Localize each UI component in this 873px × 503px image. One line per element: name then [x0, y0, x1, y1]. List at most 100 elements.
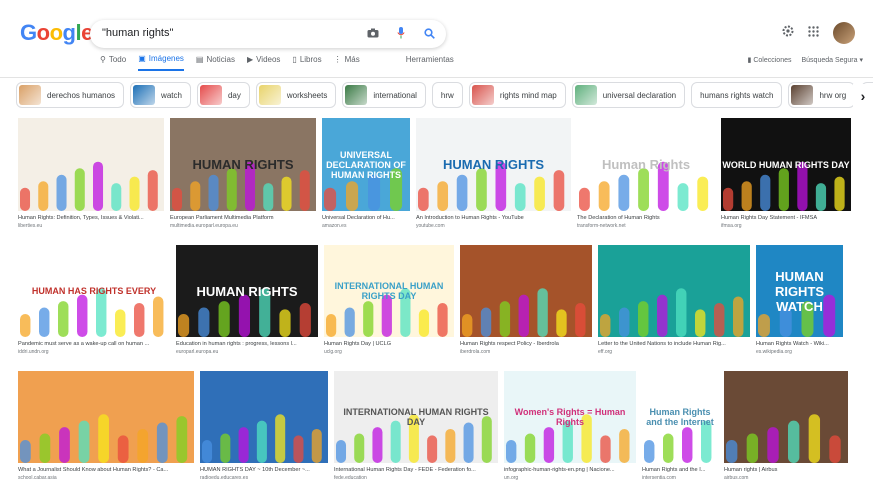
- image-result[interactable]: HUMAN HAS RIGHTS EVERY Pandemic must serv…: [18, 245, 170, 355]
- result-source: ifmsa.org: [721, 223, 742, 229]
- camera-icon[interactable]: [364, 24, 382, 42]
- image-result[interactable]: Human Rights and the Internet Human Right…: [642, 371, 718, 481]
- result-title[interactable]: Human Rights: Definition, Types, Issues …: [18, 215, 164, 221]
- result-thumbnail[interactable]: [460, 245, 592, 337]
- tab-todo[interactable]: ⚲ Todo: [100, 54, 126, 71]
- image-result[interactable]: HUMAN RIGHTS European Parliament Multimed…: [170, 118, 316, 229]
- tab-label: Libros: [299, 55, 322, 64]
- related-search-chip[interactable]: day: [196, 82, 250, 108]
- google-logo[interactable]: Google: [20, 20, 93, 46]
- result-title[interactable]: HUMAN RIGHTS DAY ~ 10th December ~...: [200, 467, 328, 473]
- related-search-chip[interactable]: derechos humanos: [16, 82, 125, 108]
- chip-thumbnail: [133, 85, 156, 105]
- search-input[interactable]: "human rights": [102, 27, 173, 39]
- chip-label: rights mind map: [499, 90, 557, 100]
- result-title[interactable]: Education in human rights : progress, le…: [176, 341, 318, 347]
- related-search-chip[interactable]: humans rights watch: [691, 82, 783, 108]
- result-thumbnail[interactable]: WORLD HUMAN RIGHTS DAY: [721, 118, 851, 211]
- result-source: liberties.eu: [18, 223, 43, 229]
- result-thumbnail[interactable]: [724, 371, 848, 463]
- result-title[interactable]: Letter to the United Nations to include …: [598, 341, 750, 347]
- collections-link[interactable]: ▮ Colecciones: [748, 56, 792, 64]
- result-title[interactable]: Pandemic must serve as a wake-up call on…: [18, 341, 170, 347]
- result-thumbnail[interactable]: HUMAN RIGHTS: [176, 245, 318, 337]
- result-title[interactable]: International Human Rights Day - FEDE - …: [334, 467, 498, 473]
- result-thumbnail[interactable]: HUMAN RIGHTS: [416, 118, 571, 211]
- result-title[interactable]: The Declaration of Human Rights: [577, 215, 715, 221]
- result-title[interactable]: European Parliament Multimedia Platform: [170, 215, 316, 221]
- related-search-chip[interactable]: international: [342, 82, 426, 108]
- collections-label: Colecciones: [753, 57, 792, 64]
- search-box[interactable]: "human rights": [90, 20, 446, 48]
- image-result[interactable]: Human Rights The Declaration of Human Rig…: [577, 118, 715, 229]
- image-result[interactable]: Human Rights respect Policy - Iberdrola i…: [460, 245, 592, 355]
- image-result[interactable]: WORLD HUMAN RIGHTS DAY Human Rights Day S…: [721, 118, 851, 229]
- result-title[interactable]: Human rights | Airbus: [724, 467, 848, 473]
- related-search-chip[interactable]: worksheets: [255, 82, 337, 108]
- result-source: amazon.es: [322, 223, 347, 229]
- image-result[interactable]: UNIVERSAL DECLARATION OF HUMAN RIGHTS Uni…: [322, 118, 410, 229]
- related-search-chip[interactable]: hrw: [431, 82, 463, 108]
- result-source: intersentia.com: [642, 475, 676, 481]
- result-source: youtube.com: [416, 223, 445, 229]
- result-title[interactable]: Human Rights Day Statement - IFMSA: [721, 215, 851, 221]
- related-search-chip[interactable]: rights mind map: [468, 82, 566, 108]
- result-source: eff.org: [598, 349, 613, 355]
- chip-label: humans rights watch: [700, 90, 774, 100]
- result-thumbnail[interactable]: HUMAN RIGHTS WATCH: [756, 245, 843, 337]
- result-thumbnail[interactable]: HUMAN HAS RIGHTS EVERY: [18, 245, 170, 337]
- tab-libros[interactable]: ▯ Libros: [292, 54, 321, 71]
- image-result[interactable]: HUMAN RIGHTS WATCH Human Rights Watch - W…: [756, 245, 843, 355]
- result-source: radioedu.educarex.es: [200, 475, 249, 481]
- tools-button[interactable]: Herramientas: [406, 54, 454, 71]
- result-title[interactable]: Human Rights respect Policy - Iberdrola: [460, 341, 592, 347]
- chip-thumbnail: [199, 85, 222, 105]
- result-thumbnail[interactable]: [18, 371, 194, 463]
- result-title[interactable]: Human Rights Day | UCLG: [324, 341, 454, 347]
- result-title[interactable]: Universal Declaration of Hu...: [322, 215, 410, 221]
- result-title[interactable]: Human Rights and the I...: [642, 467, 718, 473]
- image-result[interactable]: INTERNATIONAL HUMAN RIGHTS DAY Human Righ…: [324, 245, 454, 355]
- image-result[interactable]: Women's Rights = Human Rights infographic…: [504, 371, 636, 481]
- apps-grid-icon[interactable]: [808, 24, 819, 42]
- result-thumbnail[interactable]: [598, 245, 750, 337]
- image-result[interactable]: What a Journalist Should Know about Huma…: [18, 371, 194, 481]
- result-title[interactable]: What a Journalist Should Know about Huma…: [18, 467, 194, 473]
- user-avatar[interactable]: [833, 22, 855, 44]
- search-icon[interactable]: [420, 24, 438, 42]
- result-title[interactable]: Human Rights Watch - Wiki...: [756, 341, 843, 347]
- settings-gear-icon[interactable]: [782, 24, 794, 42]
- image-result[interactable]: INTERNATIONAL HUMAN RIGHTS DAY Internatio…: [334, 371, 498, 481]
- result-title[interactable]: An Introduction to Human Rights - YouTub…: [416, 215, 571, 221]
- image-result[interactable]: Human Rights: Definition, Types, Issues …: [18, 118, 164, 229]
- more-icon: ⋮: [333, 55, 342, 64]
- image-result[interactable]: Letter to the United Nations to include …: [598, 245, 750, 355]
- result-thumbnail[interactable]: Women's Rights = Human Rights: [504, 371, 636, 463]
- result-thumbnail[interactable]: [18, 118, 164, 211]
- result-thumbnail[interactable]: Human Rights and the Internet: [642, 371, 718, 463]
- safe-search-link[interactable]: Búsqueda Segura ▾: [801, 56, 863, 64]
- image-result[interactable]: HUMAN RIGHTS An Introduction to Human Rig…: [416, 118, 571, 229]
- related-search-chip[interactable]: hrw org: [788, 82, 856, 108]
- tab-noticias[interactable]: ▤ Noticias: [196, 54, 235, 71]
- result-title[interactable]: infographic-human-rights-en.png | Nacion…: [504, 467, 636, 473]
- chevron-right-icon[interactable]: ›: [853, 84, 873, 108]
- tab-imágenes[interactable]: ▣ Imágenes: [138, 54, 184, 71]
- image-result[interactable]: Human rights | Airbus airbus.com: [724, 371, 848, 481]
- microphone-icon[interactable]: [392, 24, 410, 42]
- tab-más[interactable]: ⋮ Más: [334, 54, 360, 71]
- result-thumbnail[interactable]: [200, 371, 328, 463]
- result-thumbnail[interactable]: Human Rights: [577, 118, 715, 211]
- image-result[interactable]: HUMAN RIGHTS Education in human rights : …: [176, 245, 318, 355]
- result-thumbnail[interactable]: UNIVERSAL DECLARATION OF HUMAN RIGHTS: [322, 118, 410, 211]
- result-thumbnail[interactable]: INTERNATIONAL HUMAN RIGHTS DAY: [324, 245, 454, 337]
- logo-letter: g: [62, 20, 76, 45]
- result-thumbnail[interactable]: HUMAN RIGHTS: [170, 118, 316, 211]
- chip-label: international: [373, 90, 417, 100]
- related-search-chip[interactable]: universal declaration: [571, 82, 686, 108]
- result-thumbnail[interactable]: INTERNATIONAL HUMAN RIGHTS DAY: [334, 371, 498, 463]
- related-search-chip[interactable]: watch: [130, 82, 191, 108]
- tab-videos[interactable]: ▶ Videos: [247, 54, 280, 71]
- image-result[interactable]: HUMAN RIGHTS DAY ~ 10th December ~... rad…: [200, 371, 328, 481]
- thumbnail-text: HUMAN RIGHTS: [196, 283, 298, 299]
